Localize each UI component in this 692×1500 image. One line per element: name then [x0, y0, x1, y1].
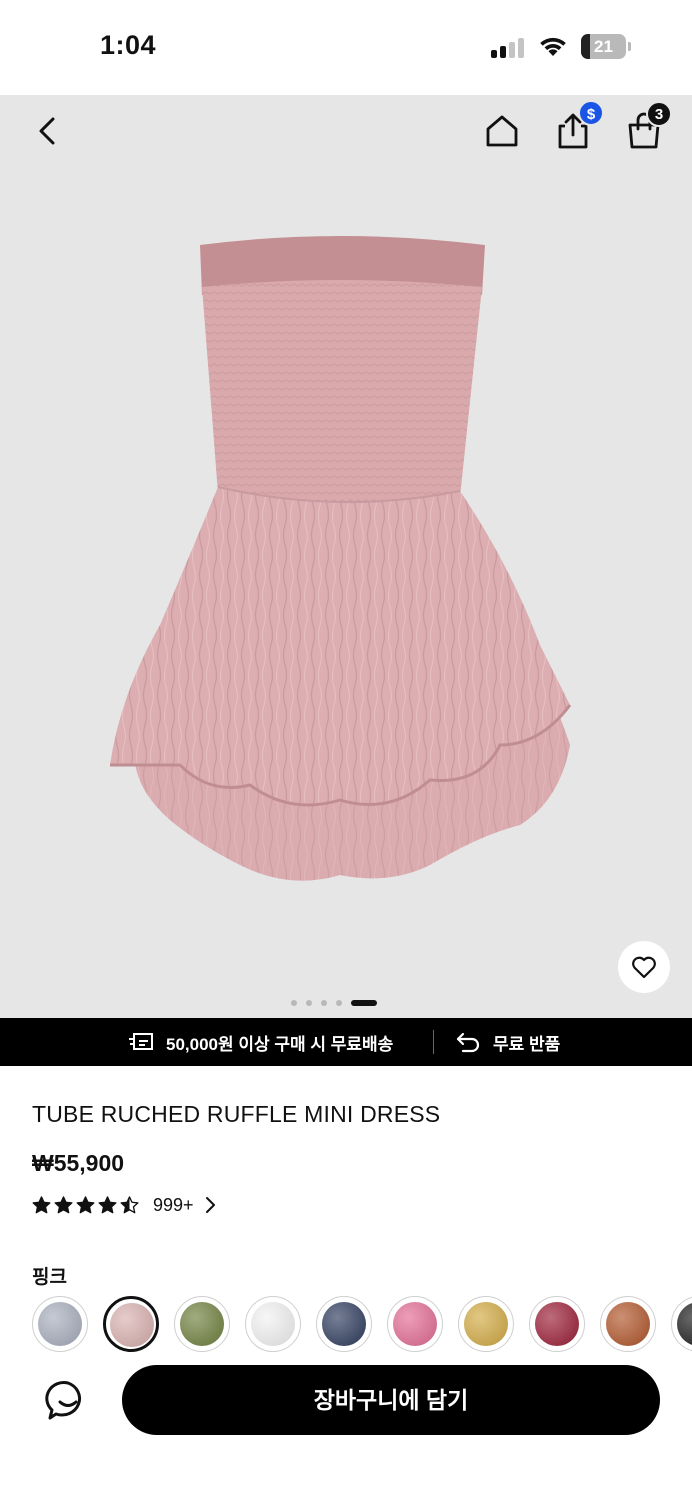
- status-bar: 1:04 21: [0, 0, 692, 95]
- share-reward-badge: $: [578, 100, 604, 126]
- star-filled-icon: [54, 1196, 73, 1214]
- swatch-color-fill: [464, 1302, 508, 1346]
- status-time: 1:04: [100, 30, 157, 60]
- color-swatch-gray-blue[interactable]: [32, 1296, 88, 1352]
- product-image: [110, 236, 572, 881]
- swatch-color-fill: [38, 1302, 82, 1346]
- home-icon[interactable]: [482, 111, 522, 151]
- product-image-gallery[interactable]: $ 3: [0, 95, 692, 1018]
- carousel-dot[interactable]: [291, 1000, 297, 1006]
- product-price: ₩55,900: [32, 1150, 125, 1176]
- heart-icon: [632, 956, 656, 979]
- swatch-color-fill: [322, 1302, 366, 1346]
- color-swatch-list: [32, 1296, 692, 1352]
- carousel-dot[interactable]: [306, 1000, 312, 1006]
- swatch-color-fill: [606, 1302, 650, 1346]
- swatch-color-fill: [110, 1303, 154, 1347]
- color-swatch-pink[interactable]: [103, 1296, 159, 1352]
- swatch-color-fill: [393, 1302, 437, 1346]
- free-returns-text: 무료 반품: [493, 1034, 561, 1054]
- wifi-icon: [540, 37, 566, 56]
- star-filled-icon: [98, 1196, 117, 1214]
- fast-delivery-icon: [129, 1033, 153, 1050]
- carousel-dot[interactable]: [321, 1000, 327, 1006]
- swatch-color-fill: [535, 1302, 579, 1346]
- chat-bubble-smile-icon[interactable]: [44, 1378, 92, 1424]
- selected-color-label: 핑크: [32, 1267, 67, 1288]
- carousel-dot[interactable]: [336, 1000, 342, 1006]
- chevron-right-icon: [205, 1197, 215, 1213]
- shipping-promo-banner: 50,000원 이상 구매 시 무료배송 무료 반품: [0, 1018, 692, 1066]
- swatch-color-fill: [180, 1302, 224, 1346]
- battery-level: 21: [594, 37, 613, 56]
- star-half-icon: [120, 1196, 139, 1214]
- add-to-cart-button[interactable]: 장바구니에 담기: [122, 1365, 660, 1435]
- rating-summary[interactable]: 999+: [32, 1192, 216, 1218]
- color-swatch-burgundy[interactable]: [529, 1296, 585, 1352]
- wishlist-button[interactable]: [618, 941, 670, 993]
- cart-count-badge: 3: [646, 101, 672, 127]
- product-title: TUBE RUCHED RUFFLE MINI DRESS: [32, 1101, 441, 1127]
- star-filled-icon: [76, 1196, 95, 1214]
- color-swatch-navy[interactable]: [316, 1296, 372, 1352]
- color-swatch-white[interactable]: [245, 1296, 301, 1352]
- star-filled-icon: [32, 1196, 51, 1214]
- free-shipping-notice: 50,000원 이상 구매 시 무료배송: [128, 1018, 393, 1066]
- review-count: 999+: [153, 1194, 194, 1215]
- carousel-dot[interactable]: [351, 1000, 377, 1006]
- color-swatch-black[interactable]: [671, 1296, 692, 1352]
- return-arrow-icon: [456, 1032, 480, 1053]
- battery-icon: 21: [581, 34, 631, 59]
- color-swatch-rust[interactable]: [600, 1296, 656, 1352]
- star-rating: [32, 1196, 139, 1214]
- free-shipping-text: 50,000원 이상 구매 시 무료배송: [166, 1034, 394, 1054]
- color-swatch-hot-pink[interactable]: [387, 1296, 443, 1352]
- color-swatch-mustard[interactable]: [458, 1296, 514, 1352]
- chevron-left-icon[interactable]: [30, 113, 66, 149]
- promo-divider: [433, 1030, 434, 1054]
- swatch-color-fill: [677, 1302, 692, 1346]
- color-swatch-olive[interactable]: [174, 1296, 230, 1352]
- carousel-indicator: [291, 999, 377, 1007]
- cellular-signal-icon: [491, 38, 527, 58]
- swatch-color-fill: [251, 1302, 295, 1346]
- free-returns-notice: 무료 반품: [455, 1018, 560, 1066]
